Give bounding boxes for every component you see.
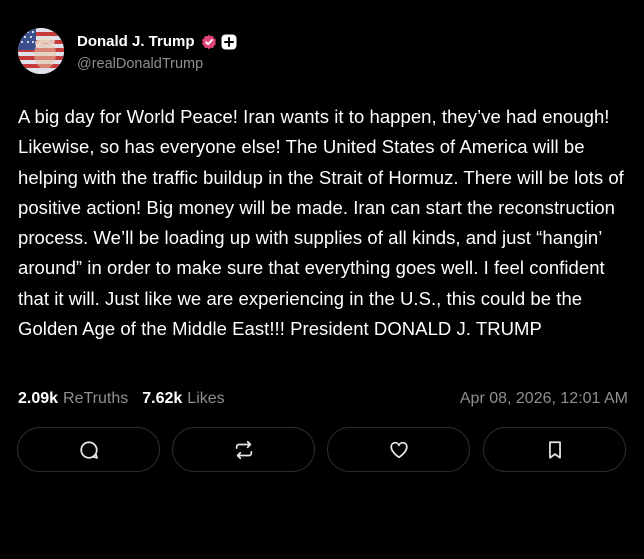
post-card: Donald J. Trump @realDonaldTrump A big d… xyxy=(0,0,644,559)
retruths-label: ReTruths xyxy=(63,390,129,407)
verified-badge-icon xyxy=(201,34,217,50)
like-button[interactable] xyxy=(327,427,470,472)
author-display-name[interactable]: Donald J. Trump xyxy=(77,33,195,50)
retruths-stat[interactable]: 2.09k ReTruths xyxy=(18,390,128,408)
action-bar xyxy=(17,427,629,475)
post-header: Donald J. Trump @realDonaldTrump xyxy=(18,27,237,75)
comment-icon xyxy=(79,440,98,459)
plus-badge-icon[interactable] xyxy=(221,34,237,50)
retruth-button[interactable] xyxy=(172,427,315,472)
likes-stat[interactable]: 7.62k Likes xyxy=(142,390,224,408)
avatar[interactable] xyxy=(18,28,64,74)
post-timestamp[interactable]: Apr 08, 2026, 12:01 AM xyxy=(460,390,628,408)
author-identity: Donald J. Trump @realDonaldTrump xyxy=(77,31,237,72)
repost-icon xyxy=(235,440,252,459)
bookmark-button[interactable] xyxy=(483,427,626,472)
bookmark-icon xyxy=(548,440,561,459)
author-handle[interactable]: @realDonaldTrump xyxy=(77,56,237,72)
likes-count: 7.62k xyxy=(142,390,183,407)
likes-label: Likes xyxy=(187,390,225,407)
name-row: Donald J. Trump xyxy=(77,31,237,53)
reply-button[interactable] xyxy=(17,427,160,472)
heart-icon xyxy=(389,441,408,458)
retruths-count: 2.09k xyxy=(18,390,59,407)
avatar-image xyxy=(18,28,64,74)
post-stats: 2.09k ReTruths 7.62k Likes Apr 08, 2026, 1… xyxy=(18,388,628,410)
post-body-text: A big day for World Peace! Iran wants it… xyxy=(18,106,624,340)
